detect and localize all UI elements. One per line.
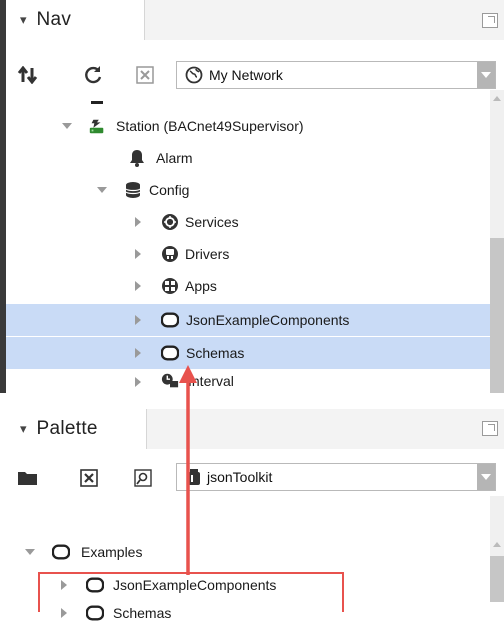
tree-label-json-example: JsonExampleComponents — [186, 312, 350, 328]
expanded-arrow-icon[interactable] — [61, 120, 73, 132]
scroll-up-icon[interactable] — [493, 542, 501, 547]
bell-icon — [128, 149, 146, 167]
tree-label-drivers: Drivers — [185, 246, 230, 262]
nav-maximize-icon[interactable] — [482, 13, 498, 28]
tree-row-alarm[interactable]: Alarm — [6, 142, 490, 174]
collapsed-arrow-icon[interactable] — [132, 347, 144, 359]
nav-tree-marker — [91, 101, 103, 104]
network-combo[interactable]: My Network — [176, 61, 496, 89]
close-icon[interactable] — [133, 63, 157, 87]
tree-label-station: Station (BACnet49Supervisor) — [116, 118, 304, 134]
tree-label-services: Services — [185, 214, 239, 230]
tree-row-interval[interactable]: Interval — [6, 368, 490, 392]
open-folder-icon[interactable] — [16, 466, 40, 490]
palette-module-value: jsonToolkit — [207, 469, 273, 485]
tree-row-drivers[interactable]: Drivers — [6, 238, 490, 270]
tree-label-alarm: Alarm — [156, 150, 193, 166]
collapsed-arrow-icon[interactable] — [132, 248, 144, 260]
tree-row-station[interactable]: Station (BACnet49Supervisor) — [6, 110, 490, 142]
folder-component-icon — [52, 543, 70, 561]
tree-row-schemas[interactable]: Schemas — [6, 337, 490, 369]
sync-toggle-icon[interactable] — [16, 63, 40, 87]
collapsed-arrow-icon[interactable] — [132, 314, 144, 326]
nav-title: Nav — [36, 9, 72, 30]
collapsed-arrow-icon[interactable] — [132, 216, 144, 228]
palette-row-examples[interactable]: Examples — [6, 536, 490, 568]
tree-row-json-example[interactable]: JsonExampleComponents — [6, 304, 490, 336]
close-icon[interactable] — [77, 466, 101, 490]
expanded-arrow-icon[interactable] — [24, 546, 36, 558]
drag-arrow — [179, 365, 197, 575]
collapsed-arrow-icon[interactable] — [132, 376, 144, 388]
apps-icon — [161, 277, 179, 295]
tree-label-config: Config — [149, 182, 190, 198]
palette-label-examples: Examples — [81, 544, 143, 560]
palette-title: Palette — [36, 418, 98, 439]
database-icon — [124, 181, 142, 199]
collapsed-arrow-icon[interactable] — [132, 280, 144, 292]
palette-maximize-icon[interactable] — [482, 421, 498, 436]
tree-label-apps: Apps — [185, 278, 217, 294]
expanded-arrow-icon[interactable] — [96, 184, 108, 196]
nav-tab[interactable]: ▾ Nav — [6, 0, 145, 40]
folder-component-icon — [161, 311, 179, 329]
find-icon[interactable] — [131, 466, 155, 490]
station-icon — [88, 117, 106, 135]
network-combo-value: My Network — [209, 67, 283, 83]
palette-collapse-caret-icon[interactable]: ▾ — [20, 421, 27, 437]
palette-scrollbar[interactable] — [490, 496, 504, 602]
tree-row-services[interactable]: Services — [6, 206, 490, 238]
chevron-down-icon[interactable] — [477, 464, 495, 490]
services-icon — [161, 213, 179, 231]
tree-row-config[interactable]: Config — [6, 174, 490, 206]
palette-scroll-thumb[interactable] — [490, 556, 504, 602]
nav-scroll-thumb[interactable] — [490, 238, 504, 393]
refresh-icon[interactable] — [81, 63, 105, 87]
nav-scrollbar[interactable] — [490, 90, 504, 393]
nav-collapse-caret-icon[interactable]: ▾ — [20, 12, 27, 28]
panel-divider — [0, 393, 504, 409]
tree-row-apps[interactable]: Apps — [6, 270, 490, 302]
palette-tab[interactable]: ▾ Palette — [6, 409, 147, 449]
drivers-icon — [161, 245, 179, 263]
chevron-down-icon[interactable] — [477, 62, 495, 88]
scroll-up-icon[interactable] — [493, 96, 501, 101]
palette-module-combo[interactable]: jsonToolkit — [176, 463, 496, 491]
highlight-box — [38, 572, 344, 612]
globe-icon — [185, 66, 203, 84]
